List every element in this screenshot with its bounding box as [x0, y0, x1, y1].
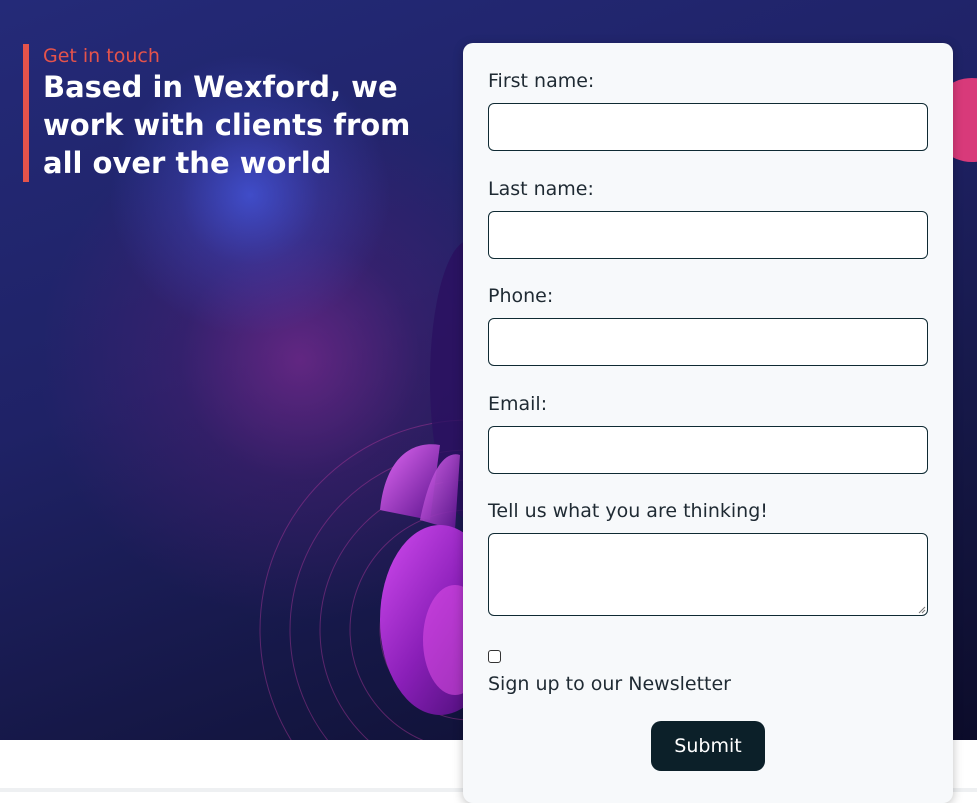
intro-block: Get in touch Based in Wexford, we work w… [23, 44, 443, 182]
last-name-label: Last name: [488, 178, 594, 200]
submit-button[interactable]: Submit [651, 721, 765, 771]
phone-field[interactable] [488, 318, 928, 366]
contact-form: First name: Last name: Phone: Email: Tel… [463, 43, 953, 803]
message-textarea[interactable] [488, 533, 928, 616]
first-name-label: First name: [488, 70, 595, 92]
last-name-field[interactable] [488, 211, 928, 259]
email-label: Email: [488, 393, 548, 415]
resize-handle-icon[interactable] [918, 606, 926, 614]
newsletter-label: Sign up to our Newsletter [488, 673, 731, 695]
message-label: Tell us what you are thinking! [488, 500, 768, 522]
phone-label: Phone: [488, 285, 554, 307]
intro-eyebrow: Get in touch [43, 45, 160, 67]
intro-headline: Based in Wexford, we work with clients f… [43, 70, 411, 180]
email-field[interactable] [488, 426, 928, 474]
newsletter-checkbox[interactable] [488, 650, 501, 663]
first-name-field[interactable] [488, 103, 928, 151]
